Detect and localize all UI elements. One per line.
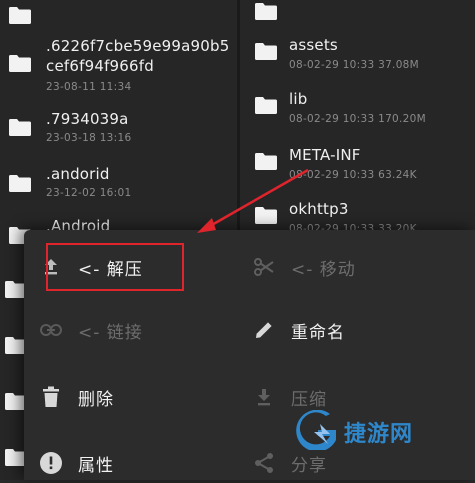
trash-icon xyxy=(38,384,64,410)
watermark-logo-icon xyxy=(296,409,340,454)
folder-icon xyxy=(8,6,32,25)
properties-label: 属性 xyxy=(78,455,114,476)
file-meta: 08-02-29 10:33 170.20M xyxy=(289,113,426,125)
link-label: <- 链接 xyxy=(78,322,143,343)
delete-menu-item[interactable]: 删除 xyxy=(38,377,114,417)
file-meta: 08-02-29 10:33 37.08M xyxy=(289,59,420,71)
file-meta: 23-12-02 16:01 xyxy=(46,187,132,199)
folder-icon xyxy=(254,42,278,61)
pencil-icon xyxy=(251,317,277,343)
list-item[interactable]: .6226f7cbe59e99a90b5 cef6f94f966fd 23-08… xyxy=(0,32,237,96)
list-item[interactable]: .7934039a 23-03-18 13:16 xyxy=(0,104,237,168)
file-name: assets xyxy=(289,36,338,54)
file-name: lib xyxy=(289,90,308,108)
file-name: .7934039a xyxy=(46,110,129,128)
file-meta: 23-08-11 11:34 xyxy=(46,81,132,93)
highlight-box xyxy=(46,243,184,291)
folder-icon xyxy=(8,118,32,137)
list-item[interactable] xyxy=(240,0,475,24)
folder-icon xyxy=(8,174,32,193)
move-label: <- 移动 xyxy=(291,259,356,280)
scissors-icon xyxy=(251,254,277,280)
download-icon xyxy=(251,384,277,410)
rename-menu-item[interactable]: 重命名 xyxy=(251,310,345,350)
info-icon xyxy=(38,450,64,476)
file-meta: 08-02-29 10:33 63.24K xyxy=(289,169,417,181)
watermark-text: 捷游网 xyxy=(344,422,414,447)
link-menu-item[interactable]: <- 链接 xyxy=(38,310,143,350)
compress-label: 压缩 xyxy=(291,389,327,410)
watermark: 捷游网 xyxy=(296,409,414,454)
file-meta: 23-03-18 13:16 xyxy=(46,132,132,144)
folder-icon xyxy=(254,2,278,21)
folder-icon xyxy=(254,96,278,115)
link-icon xyxy=(38,317,64,343)
file-name-line2: cef6f94f966fd xyxy=(46,57,154,75)
file-name: META-INF xyxy=(289,146,361,164)
file-name: .6226f7cbe59e99a90b5 xyxy=(46,37,230,55)
file-name: .andorid xyxy=(46,165,110,183)
file-name: okhttp3 xyxy=(289,200,349,218)
list-item[interactable] xyxy=(0,0,237,24)
delete-label: 删除 xyxy=(78,389,114,410)
share-label: 分享 xyxy=(291,455,327,476)
folder-icon xyxy=(8,54,32,73)
properties-menu-item[interactable]: 属性 xyxy=(38,443,114,483)
folder-icon xyxy=(254,206,278,225)
folder-icon xyxy=(254,152,278,171)
rename-label: 重命名 xyxy=(291,322,345,343)
share-icon xyxy=(251,450,277,476)
move-menu-item[interactable]: <- 移动 xyxy=(251,247,356,287)
list-item[interactable]: lib 08-02-29 10:33 170.20M xyxy=(240,84,475,148)
